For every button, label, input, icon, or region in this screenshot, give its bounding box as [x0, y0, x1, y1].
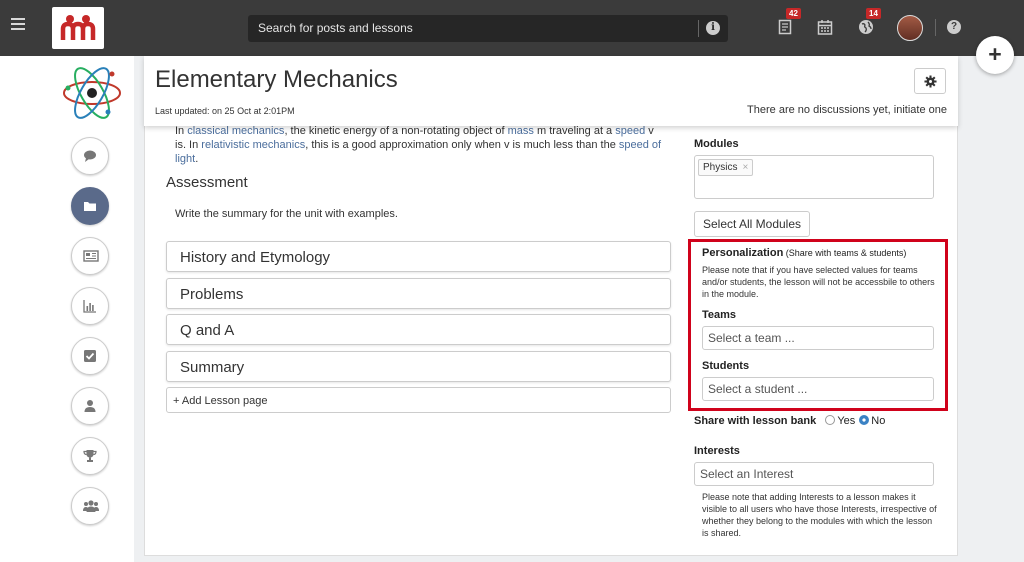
personalization-note: Please note that if you have selected va… [702, 265, 935, 299]
last-updated: Last updated: on 25 Oct at 2:01PM [155, 106, 295, 116]
folder-icon [84, 202, 96, 211]
personalization-title: Personalization (Share with teams & stud… [702, 247, 906, 259]
notes-badge: 42 [786, 8, 801, 19]
lesson-page-title: Problems [180, 286, 244, 303]
lesson-page-title: History and Etymology [180, 249, 331, 266]
globe-badge: 14 [866, 8, 881, 19]
module-tag: Physics × [698, 159, 754, 176]
sidebar-item-reports[interactable] [71, 287, 109, 325]
link-relativistic-mechanics[interactable]: relativistic mechanics [201, 139, 305, 151]
students-input[interactable]: Select a student ... [702, 377, 934, 401]
share-no-label: No [871, 415, 886, 427]
teams-input[interactable]: Select a team ... [702, 326, 934, 350]
lesson-content-text: In classical mechanics, the kinetic ener… [175, 124, 665, 166]
share-yes-radio[interactable] [825, 415, 836, 425]
interests-input[interactable]: Select an Interest [694, 462, 934, 486]
lesson-page-item[interactable]: Problems [166, 278, 671, 309]
link-classical-mechanics[interactable]: classical mechanics [187, 125, 284, 137]
search-divider [698, 20, 699, 37]
app-logo[interactable] [52, 7, 104, 49]
sidebar-item-lessons[interactable] [71, 187, 109, 225]
add-lesson-page-label: + Add Lesson page [173, 395, 268, 407]
info-icon[interactable]: i [706, 21, 720, 35]
user-icon [84, 400, 96, 412]
section-text: Write the summary for the unit with exam… [175, 208, 398, 220]
text-segment: . [195, 153, 199, 165]
modules-field[interactable]: Physics × [694, 155, 934, 199]
text-segment: m traveling at a [533, 125, 616, 137]
logo-icon [60, 15, 96, 40]
topbar-divider [935, 19, 936, 36]
page-title: Elementary Mechanics [155, 66, 398, 93]
checkbox-icon [84, 350, 96, 362]
share-label: Share with lesson bank [694, 415, 817, 427]
top-navigation-bar: Search for posts and lessons i 42 14 ? [0, 0, 1024, 56]
select-all-modules-button[interactable]: Select All Modules [694, 211, 810, 237]
modules-label: Modules [694, 138, 739, 150]
notes-icon[interactable] [777, 19, 793, 35]
share-lesson-bank: Share with lesson bank Yes No [694, 415, 885, 427]
gear-icon [924, 75, 937, 88]
sidebar-item-news[interactable] [71, 237, 109, 275]
share-yes-label: Yes [837, 415, 856, 427]
interests-label: Interests [694, 445, 740, 457]
sidebar-item-profile[interactable] [71, 387, 109, 425]
search-input[interactable]: Search for posts and lessons [258, 21, 413, 35]
sidebar-item-groups[interactable] [71, 487, 109, 525]
interests-note: Please note that adding Interests to a l… [702, 492, 937, 538]
group-icon [83, 500, 99, 512]
help-icon[interactable]: ? [947, 20, 961, 34]
lesson-page-item[interactable]: History and Etymology [166, 241, 671, 272]
globe-icon[interactable] [858, 19, 874, 35]
link-speed[interactable]: speed [615, 125, 645, 137]
lesson-page-item[interactable]: Summary [166, 351, 671, 382]
personalization-heading: Personalization [702, 247, 784, 259]
sidebar [0, 56, 134, 562]
section-title: Assessment [166, 174, 248, 191]
search-bar[interactable]: Search for posts and lessons i [248, 15, 728, 42]
lesson-page-title: Q and A [180, 322, 235, 339]
hamburger-menu-icon[interactable] [11, 18, 25, 30]
calendar-icon[interactable] [817, 19, 833, 35]
lesson-page-item[interactable]: Q and A [166, 314, 671, 345]
lesson-header: Elementary Mechanics Last updated: on 25… [144, 56, 958, 126]
text-segment: , this is a good approximation only when… [305, 139, 619, 151]
add-lesson-page-button[interactable]: + Add Lesson page [166, 387, 671, 413]
lesson-page-title: Summary [180, 359, 245, 376]
text-segment: In [175, 125, 188, 137]
newspaper-icon [83, 250, 99, 262]
students-label: Students [702, 360, 750, 372]
teams-label: Teams [702, 309, 737, 321]
sidebar-item-discussions[interactable] [71, 137, 109, 175]
avatar[interactable] [897, 15, 923, 41]
text-segment: , the kinetic energy of a non-rotating o… [284, 125, 508, 137]
sidebar-item-tasks[interactable] [71, 337, 109, 375]
add-button[interactable]: + [976, 36, 1014, 74]
discussion-link[interactable]: There are no discussions yet, initiate o… [747, 104, 947, 116]
module-tag-label: Physics [703, 162, 738, 173]
chat-icon [84, 150, 96, 162]
tag-remove-icon[interactable]: × [742, 162, 748, 173]
share-no-radio[interactable] [859, 415, 870, 425]
trophy-icon [83, 450, 97, 462]
bar-chart-icon [83, 300, 96, 313]
sidebar-item-achievements[interactable] [71, 437, 109, 475]
personalization-subtitle: (Share with teams & students) [783, 248, 907, 258]
link-mass[interactable]: mass [508, 125, 534, 137]
settings-button[interactable] [914, 68, 946, 94]
atom-logo-icon [63, 67, 121, 119]
